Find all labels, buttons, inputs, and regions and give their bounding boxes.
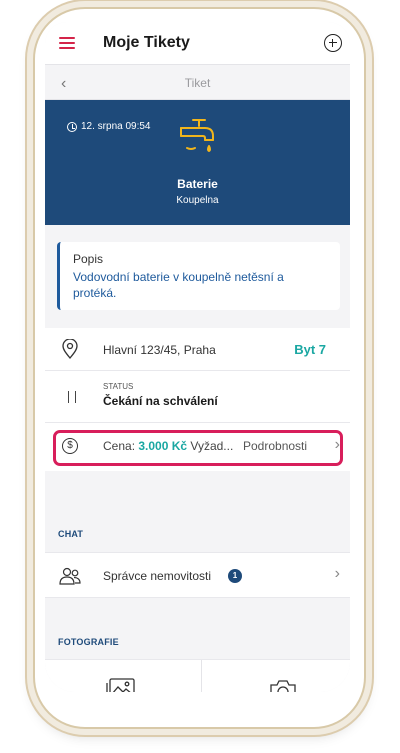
- ticket-date: 12. srpna 09:54: [81, 121, 151, 132]
- address-row: Hlavní 123/45, Praha Byt 7: [45, 328, 350, 371]
- app-title: Moje Tikety: [103, 34, 190, 51]
- price-amount: 3.000 Kč: [138, 439, 188, 453]
- chat-section-label: CHAT: [58, 529, 84, 539]
- description-label: Popis: [73, 252, 104, 266]
- dollar-icon: $: [62, 438, 78, 454]
- photos-section-label: FOTOGRAFIE: [58, 637, 119, 647]
- status-value: Čekání na schválení: [103, 394, 218, 408]
- clock-icon: [67, 122, 77, 132]
- status-label: STATUS: [103, 382, 134, 391]
- ticket-header: 12. srpna 09:54 Baterie Koupelna: [45, 100, 350, 225]
- ticket-item-name: Baterie: [177, 177, 218, 191]
- ticket-room: Koupelna: [176, 195, 219, 206]
- chevron-right-icon[interactable]: ›: [335, 565, 340, 583]
- camera-icon[interactable]: [269, 678, 297, 692]
- description-card: Popis Vodovodní baterie v koupelně netěs…: [57, 242, 340, 310]
- ticket-details: Popis Vodovodní baterie v koupelně netěs…: [45, 225, 350, 692]
- app-screen: Moje Tikety ‹ Tiket 12. srpna 09:54 Bate…: [45, 22, 350, 692]
- description-text: Vodovodní baterie v koupelně netěsní a p…: [73, 270, 284, 300]
- unread-badge: 1: [228, 569, 242, 583]
- sub-header: ‹ Tiket: [45, 66, 350, 100]
- faucet-icon: [180, 119, 214, 152]
- divider: [201, 660, 202, 692]
- address-text: Hlavní 123/45, Praha: [103, 343, 216, 357]
- chat-row[interactable]: Správce nemovitosti 1 ›: [45, 552, 350, 598]
- price-prefix: Cena:: [103, 439, 139, 453]
- price-row[interactable]: $ Cena: 3.000 Kč Vyžad... Podrobnosti ›: [45, 423, 350, 471]
- people-icon: [59, 567, 81, 585]
- chat-contact-name: Správce nemovitosti: [103, 569, 212, 583]
- location-pin-icon: [62, 339, 78, 359]
- photo-actions: [45, 659, 350, 692]
- menu-icon[interactable]: [59, 37, 75, 49]
- gallery-icon[interactable]: [105, 678, 135, 692]
- price-suffix: Vyžad...: [187, 439, 234, 453]
- price-summary: Cena: 3.000 Kč Vyžad...: [103, 439, 233, 453]
- status-row: STATUS Čekání na schválení: [45, 371, 350, 423]
- pause-icon: [68, 391, 76, 403]
- chevron-right-icon[interactable]: ›: [335, 436, 340, 454]
- page-title: Tiket: [184, 76, 211, 90]
- unit-label: Byt 7: [294, 342, 326, 357]
- details-link[interactable]: Podrobnosti: [243, 439, 307, 453]
- add-ticket-icon[interactable]: [324, 34, 342, 52]
- app-bar: Moje Tikety: [45, 22, 350, 65]
